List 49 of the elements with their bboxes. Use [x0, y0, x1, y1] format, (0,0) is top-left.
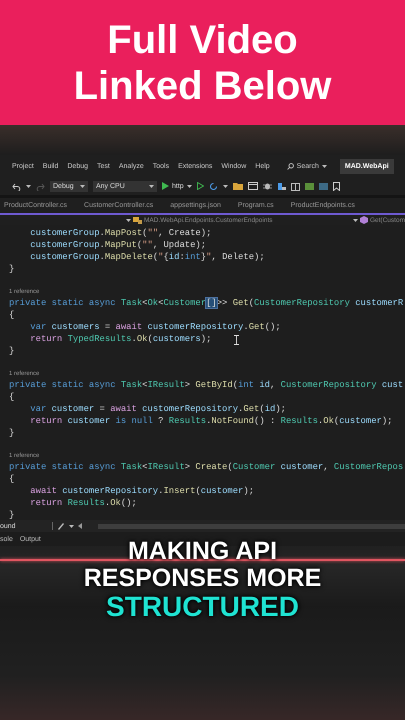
code-editor[interactable] [0, 225, 405, 520]
text-cursor-icon [234, 335, 239, 345]
folder-icon[interactable] [232, 182, 243, 190]
caption-text: MAKING API [128, 538, 278, 565]
bookmark-icon[interactable] [332, 182, 340, 190]
code-line: private static async Task<IResult> Create(Customer customer, CustomerRepos [9, 461, 404, 473]
scroll-left-icon[interactable] [78, 523, 82, 529]
brush-icon[interactable] [57, 522, 65, 530]
class-icon [133, 216, 142, 224]
code-line: var customers = await customerRepository.Get(); [29, 321, 281, 333]
caret-icon [322, 164, 327, 168]
code-line: return customer is null ? Results.NotFound() : Results.Ok(customer); [29, 415, 392, 427]
code-line: { [9, 309, 14, 321]
columns-icon[interactable] [290, 182, 300, 190]
caret-icon [186, 184, 192, 188]
caret-icon[interactable] [69, 524, 74, 528]
banner-title: Full Video [107, 16, 298, 62]
outline-play-icon[interactable] [196, 182, 204, 190]
caret-icon [126, 218, 131, 222]
code-line: } [9, 345, 14, 357]
code-line: private static async Task<Ok<Customer[]>> Get(CustomerRepository customerR [9, 297, 404, 309]
code-line: customerGroup.MapPost("", Create); [29, 227, 212, 239]
bug-icon[interactable] [262, 182, 272, 190]
search-icon [286, 162, 294, 170]
code-line: await customerRepository.Insert(customer); [29, 485, 254, 497]
code-line: customerGroup.MapPut("", Update); [29, 239, 206, 251]
code-line: { [9, 391, 14, 403]
caret-icon [80, 184, 85, 188]
code-line: } [9, 263, 14, 275]
code-line: } [9, 427, 14, 439]
caret-icon[interactable] [26, 184, 31, 188]
code-line: return TypedResults.Ok(customers); [29, 333, 212, 345]
code-line: customerGroup.MapDelete("{id:int}", Delete); [29, 251, 265, 263]
horizontal-scrollbar[interactable] [98, 524, 405, 528]
code-line: return Results.Ok(); [29, 497, 137, 509]
code-line: var customer = await customerRepository.Get(id); [29, 403, 286, 415]
code-line: { [9, 473, 14, 485]
code-line: private static async Task<IResult> GetById(int id, CustomerRepository cust [9, 379, 404, 391]
restart-icon[interactable] [208, 182, 218, 190]
caret-icon[interactable] [222, 184, 228, 188]
code-line: } [9, 509, 14, 521]
window-icon[interactable] [248, 182, 258, 190]
caption-text: RESPONSES MORE [84, 565, 322, 592]
caret-icon [352, 218, 358, 222]
caption-text: STRUCTURED [106, 592, 299, 622]
play-icon [162, 182, 169, 190]
caret-icon [149, 184, 154, 188]
undo-icon[interactable] [12, 182, 21, 190]
banner-title: Linked Below [74, 62, 332, 108]
